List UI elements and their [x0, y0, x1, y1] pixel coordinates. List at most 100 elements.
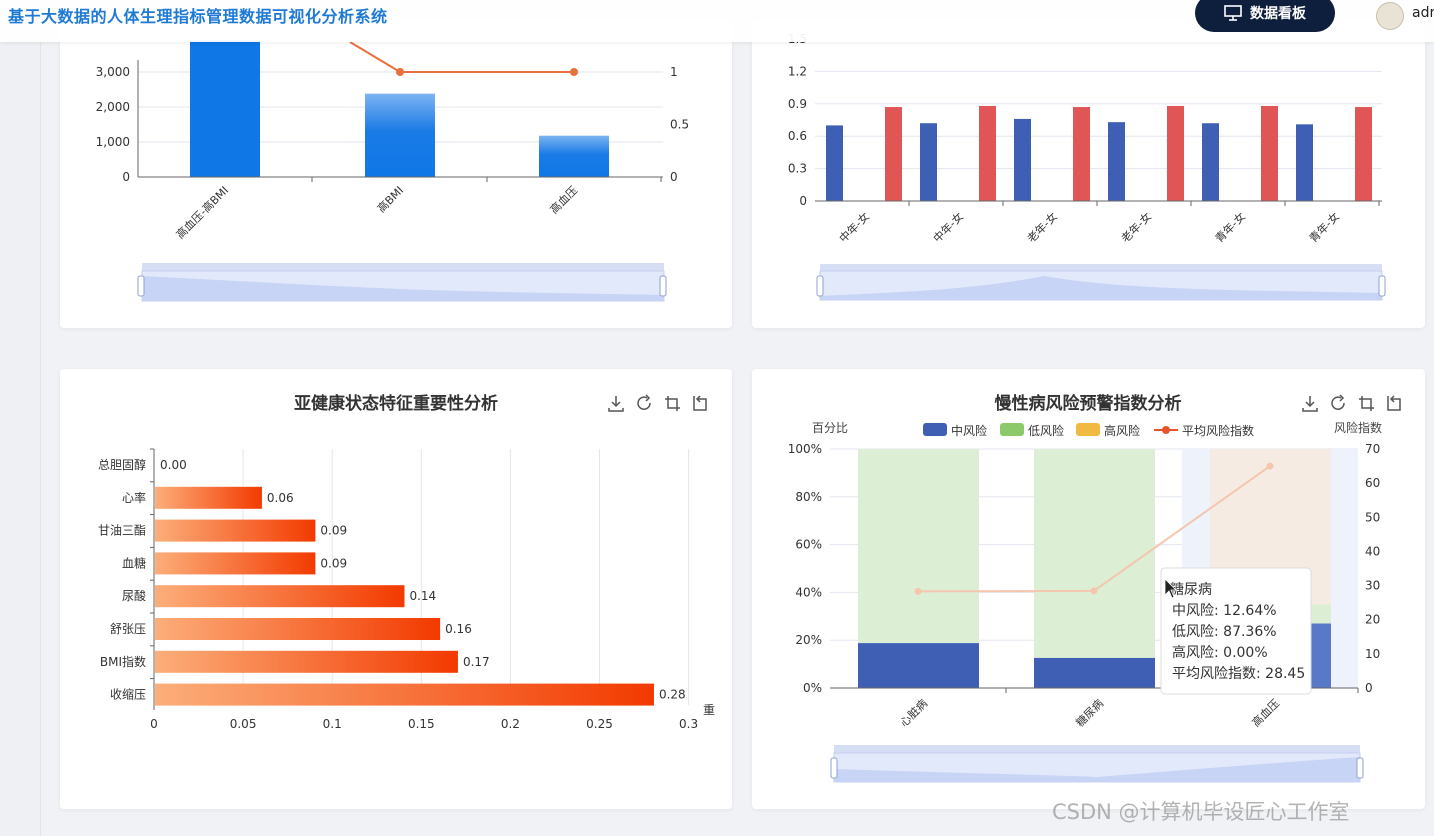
tooltip-line: 平均风险指数: 28.45 — [1172, 666, 1305, 682]
refresh-icon[interactable] — [637, 394, 651, 410]
chart-b: 00.30.60.91.21.5 中年-女中年-女老年-女老年-女青年-女青年-… — [788, 32, 1386, 301]
x-tick-label: 青年-女 — [1212, 209, 1248, 245]
tooltip-line: 低风险: 87.36% — [1172, 624, 1277, 640]
y2-tick-label: 20 — [1365, 613, 1380, 627]
y-tick-label: 20% — [795, 633, 822, 647]
datazoom-left-handle[interactable] — [137, 275, 145, 297]
chart-title: 亚健康状态特征重要性分析 — [294, 393, 498, 414]
bar — [539, 135, 609, 177]
restore-icon[interactable] — [693, 395, 707, 411]
bar — [858, 449, 979, 644]
y2-tick-label: 70 — [1365, 442, 1380, 456]
x-tick-label: 0.05 — [230, 717, 257, 731]
y-tick-label: 2,000 — [96, 100, 130, 114]
download-icon[interactable] — [608, 396, 624, 412]
data-label: 0.09 — [320, 556, 347, 570]
dashboard-button[interactable]: 数据看板 — [1195, 0, 1335, 32]
datazoom-right-handle[interactable] — [659, 275, 667, 297]
x-tick-label: 0.2 — [501, 717, 520, 731]
legend-swatch — [923, 423, 947, 436]
x-tick-label: 0.3 — [679, 717, 698, 731]
datazoom-handle-bar[interactable] — [820, 264, 1382, 271]
datazoom-right-handle[interactable] — [1356, 757, 1364, 779]
bar — [858, 643, 979, 688]
system-title: 基于大数据的人体生理指标管理数据可视化分析系统 — [8, 7, 388, 26]
y-tick-label: 尿酸 — [122, 588, 146, 603]
y-tick-label: 1.2 — [788, 64, 807, 78]
data-label: 0.17 — [463, 655, 490, 669]
data-label: 0.09 — [320, 524, 347, 538]
y-tick-label: 60% — [795, 538, 822, 552]
watermark: CSDN @计算机毕设匠心工作室 — [1052, 800, 1350, 824]
restore-icon[interactable] — [1387, 395, 1401, 411]
line-point — [1266, 462, 1274, 470]
datazoom-handle-bar[interactable] — [142, 263, 664, 271]
card-top-right: 00.30.60.91.21.5 中年-女中年-女老年-女老年-女青年-女青年-… — [752, 20, 1425, 328]
bar — [155, 552, 316, 575]
toolbox — [1302, 394, 1401, 412]
bar — [155, 585, 405, 608]
toolbox — [608, 394, 707, 412]
datazoom-left-handle[interactable] — [816, 275, 824, 297]
data-label: 0.14 — [409, 589, 436, 603]
zoom-icon[interactable] — [1359, 396, 1374, 411]
bar — [1108, 122, 1125, 201]
x-tick-label: 老年-女 — [1118, 209, 1154, 245]
x-tick-label: 青年-女 — [1306, 209, 1342, 245]
card-chronic-risk: 慢性病风险预警指数分析 百分比 风险指数 中风险 低风险 高风险 平均风险指数 0% 2… — [752, 369, 1425, 809]
y2-tick-label: 30 — [1365, 579, 1380, 593]
line-point — [1090, 587, 1098, 595]
line-point — [570, 68, 578, 76]
bar — [1073, 107, 1090, 201]
refresh-icon[interactable] — [1331, 394, 1345, 410]
legend-label: 高风险 — [1104, 423, 1140, 438]
zoom-icon[interactable] — [665, 396, 680, 411]
x-tick-label: 0.1 — [323, 717, 342, 731]
y-tick-label: 收缩压 — [110, 687, 146, 702]
legend: 中风险 低风险 高风险 平均风险指数 — [923, 423, 1254, 438]
bar — [155, 650, 458, 673]
bar — [1034, 449, 1155, 658]
x-tick-label: 高血压-高BMI — [173, 183, 231, 241]
top-bar: 基于大数据的人体生理指标管理数据可视化分析系统 数据看板 adr — [0, 0, 1434, 42]
legend-dot — [1162, 426, 1170, 434]
y-tick-label: BMI指数 — [100, 654, 146, 669]
screen-icon — [1224, 5, 1242, 21]
card-top-left: 0 1,000 2,000 3,000 0 0.5 1 高血压-高BMI 高BMI 高血压 — [60, 20, 732, 328]
bar — [1167, 105, 1184, 201]
y-tick-label: 100% — [788, 442, 822, 456]
data-label: 0.00 — [160, 458, 187, 472]
x-tick-label: 0.15 — [408, 717, 435, 731]
x-tick-label: 中年-女 — [836, 209, 872, 245]
legend-label: 平均风险指数 — [1182, 423, 1254, 438]
bar — [826, 125, 843, 201]
x-tick-label: 老年-女 — [1024, 209, 1060, 245]
data-label: 0.28 — [659, 688, 686, 702]
bar — [365, 93, 435, 177]
avatar[interactable] — [1376, 2, 1404, 30]
x-tick-label: 0.25 — [586, 717, 613, 731]
data-label: 0.06 — [267, 491, 294, 505]
y2-tick-label: 40 — [1365, 544, 1380, 558]
line-point — [914, 587, 922, 595]
y-tick-label: 0% — [803, 681, 822, 695]
datazoom-handle-bar[interactable] — [834, 745, 1360, 753]
datazoom-right-handle[interactable] — [1378, 275, 1386, 297]
bar — [1261, 105, 1278, 201]
bar — [155, 519, 316, 542]
dashboard-button-label: 数据看板 — [1250, 6, 1306, 22]
left-axis-name: 百分比 — [812, 421, 848, 435]
bar — [979, 105, 996, 201]
x-tick-label: 高血压 — [1249, 696, 1282, 729]
data-label: 0.16 — [445, 622, 472, 636]
tooltip-line: 高风险: 0.00% — [1172, 644, 1268, 661]
username[interactable]: adr — [1412, 5, 1434, 21]
y-tick-label: 80% — [795, 490, 822, 504]
datazoom-left-handle[interactable] — [830, 757, 838, 779]
legend-label: 低风险 — [1028, 423, 1064, 438]
download-icon[interactable] — [1302, 396, 1318, 412]
bar — [1296, 124, 1313, 201]
bar — [1355, 107, 1372, 201]
y-tick-label: 0.9 — [788, 97, 807, 111]
chart-d: 慢性病风险预警指数分析 百分比 风险指数 中风险 低风险 高风险 平均风险指数 0% 2… — [788, 393, 1401, 783]
